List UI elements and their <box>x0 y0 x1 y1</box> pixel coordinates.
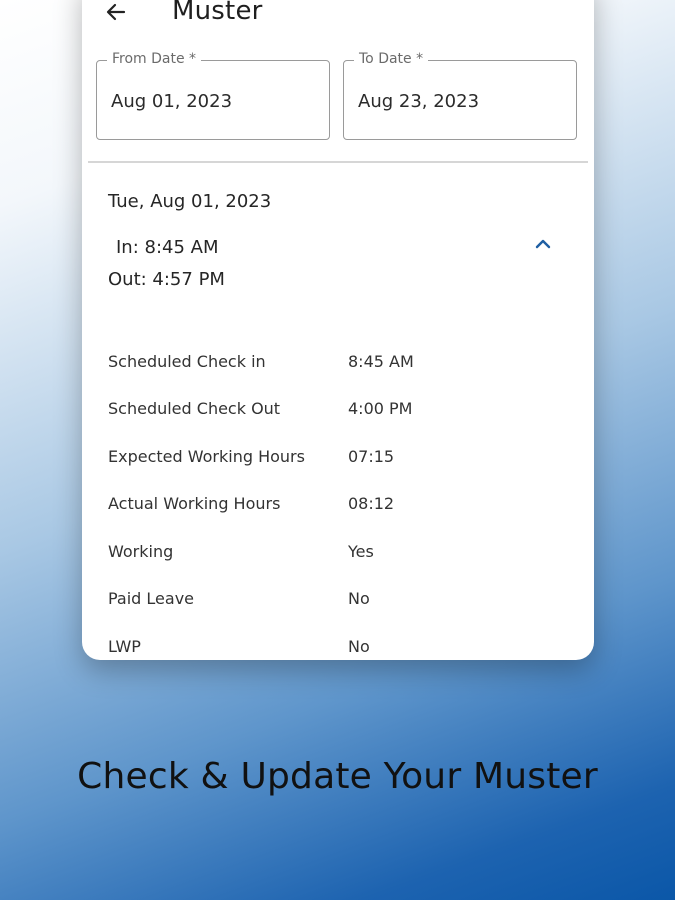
detail-value: 08:12 <box>348 494 395 513</box>
detail-value: Yes <box>348 542 374 561</box>
detail-label: Scheduled Check in <box>108 352 266 371</box>
to-date-label: To Date * <box>354 51 429 67</box>
chevron-up-icon[interactable] <box>532 236 554 252</box>
to-date-value: Aug 23, 2023 <box>358 91 480 112</box>
detail-row: Working Yes <box>108 542 578 564</box>
detail-row: Actual Working Hours 08:12 <box>108 494 578 516</box>
app-bar: Muster <box>82 0 594 30</box>
detail-value: No <box>348 589 370 608</box>
phone-screen: Muster From Date * Aug 01, 2023 To Date … <box>82 0 594 660</box>
detail-row: LWP No <box>108 637 578 659</box>
from-date-label: From Date * <box>107 51 202 67</box>
detail-value: 07:15 <box>348 447 395 466</box>
page-title: Muster <box>172 0 263 26</box>
promo-caption: Check & Update Your Muster <box>77 756 598 797</box>
detail-row: Expected Working Hours 07:15 <box>108 447 578 469</box>
detail-label: Expected Working Hours <box>108 447 305 466</box>
entry-out-time: Out: 4:57 PM <box>108 269 225 290</box>
detail-value: 4:00 PM <box>348 399 413 418</box>
detail-row: Scheduled Check Out 4:00 PM <box>108 399 578 421</box>
detail-label: Scheduled Check Out <box>108 399 281 418</box>
from-date-field[interactable]: From Date * Aug 01, 2023 <box>96 51 330 140</box>
detail-value: No <box>348 637 370 656</box>
to-date-field[interactable]: To Date * Aug 23, 2023 <box>343 51 577 140</box>
detail-label: LWP <box>108 637 141 656</box>
arrow-left-icon[interactable] <box>104 0 128 24</box>
detail-label: Actual Working Hours <box>108 494 281 513</box>
detail-row: Paid Leave No <box>108 589 578 611</box>
detail-row: Scheduled Check in 8:45 AM <box>108 352 578 374</box>
entry-in-time: In: 8:45 AM <box>116 237 219 258</box>
divider <box>88 161 588 163</box>
detail-value: 8:45 AM <box>348 352 414 371</box>
detail-label: Paid Leave <box>108 589 195 608</box>
from-date-value: Aug 01, 2023 <box>111 91 233 112</box>
detail-label: Working <box>108 542 174 561</box>
entry-date: Tue, Aug 01, 2023 <box>108 191 272 212</box>
